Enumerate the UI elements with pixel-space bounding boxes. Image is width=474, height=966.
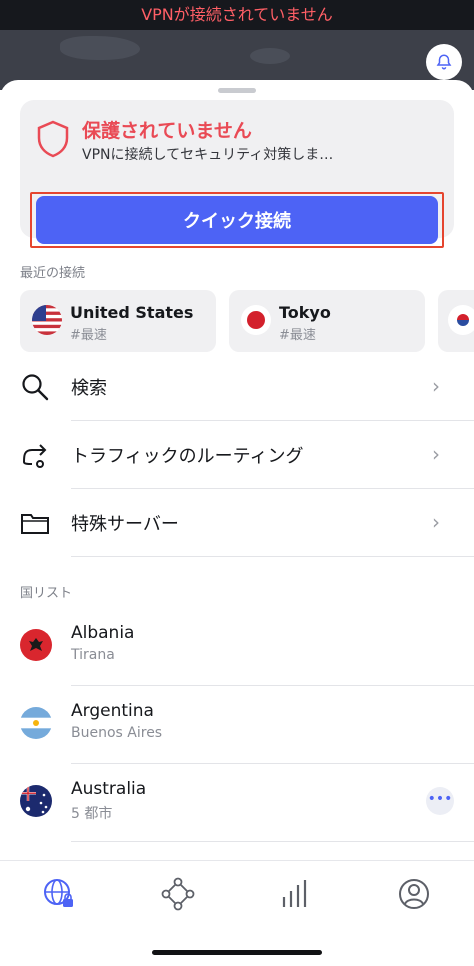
nav-vpn[interactable] [42, 877, 76, 911]
map-landmass [60, 36, 140, 60]
country-subtitle: Buenos Aires [71, 725, 163, 741]
meshnet-icon [161, 877, 195, 911]
chevron-right-icon: › [432, 510, 440, 534]
us-flag-icon [32, 305, 62, 335]
vpn-status-text: VPNが接続されていません [141, 5, 333, 24]
map-landmass [250, 48, 290, 64]
divider [71, 841, 474, 842]
country-subtitle: 5 都市 [71, 806, 113, 822]
chevron-right-icon: › [432, 374, 440, 398]
recent-connection-partial[interactable] [438, 290, 474, 352]
protection-subtitle: VPNに接続してセキュリティ対策しま… [82, 147, 334, 163]
country-name: Australia [71, 779, 147, 799]
bottom-sheet: 保護されていません VPNに接続してセキュリティ対策しま… クイック接続 最近の… [0, 80, 474, 966]
folder-icon [21, 514, 49, 534]
menu-search[interactable]: 検索 › [0, 352, 474, 420]
routing-icon [23, 444, 47, 468]
protection-title: 保護されていません [82, 120, 252, 142]
vpn-status-bar: VPNが接続されていません [0, 0, 474, 30]
recent-tag: #最速 [70, 328, 107, 343]
nav-stats[interactable] [279, 877, 313, 911]
nav-profile[interactable] [397, 877, 431, 911]
menu-traffic-routing[interactable]: トラフィックのルーティング › [0, 420, 474, 488]
sheet-grabber[interactable] [218, 88, 256, 93]
country-list-label: 国リスト [20, 586, 73, 601]
chevron-right-icon: › [432, 442, 440, 466]
globe-lock-icon [44, 879, 73, 907]
more-options-button[interactable]: ••• [426, 787, 454, 815]
korea-flag-icon [448, 305, 474, 335]
search-icon [22, 374, 49, 401]
profile-icon [399, 879, 429, 909]
australia-flag-icon [20, 785, 52, 817]
menu-label: 検索 [71, 378, 107, 399]
country-subtitle: Tirana [71, 647, 115, 663]
country-albania[interactable]: Albania Tirana [0, 607, 474, 685]
menu-label: トラフィックのルーティング [71, 446, 304, 467]
notifications-button[interactable] [426, 44, 462, 80]
quick-connect-button[interactable]: クイック接続 [36, 196, 438, 244]
recent-section-label: 最近の接続 [20, 266, 86, 281]
shield-icon [37, 120, 69, 158]
nav-meshnet[interactable] [161, 877, 195, 911]
argentina-flag-icon [20, 707, 52, 739]
japan-flag-icon [241, 305, 271, 335]
divider [71, 556, 474, 557]
country-name: Argentina [71, 701, 154, 721]
recent-connection-tokyo[interactable]: Tokyo #最速 [229, 290, 425, 352]
country-name: Albania [71, 623, 135, 643]
country-australia[interactable]: Australia 5 都市 ••• [0, 763, 474, 841]
bottom-navigation [0, 860, 474, 966]
recent-name: Tokyo [279, 303, 331, 322]
menu-special-servers[interactable]: 特殊サーバー › [0, 488, 474, 556]
recent-name: United States [70, 303, 194, 322]
stats-icon [282, 880, 307, 907]
home-indicator [152, 950, 322, 955]
albania-flag-icon [20, 629, 52, 661]
bell-icon [436, 54, 452, 70]
country-argentina[interactable]: Argentina Buenos Aires [0, 685, 474, 763]
menu-label: 特殊サーバー [71, 514, 179, 535]
protection-card: 保護されていません VPNに接続してセキュリティ対策しま… クイック接続 [20, 100, 454, 248]
recent-connection-us[interactable]: United States #最速 [20, 290, 216, 352]
recent-tag: #最速 [279, 328, 316, 343]
